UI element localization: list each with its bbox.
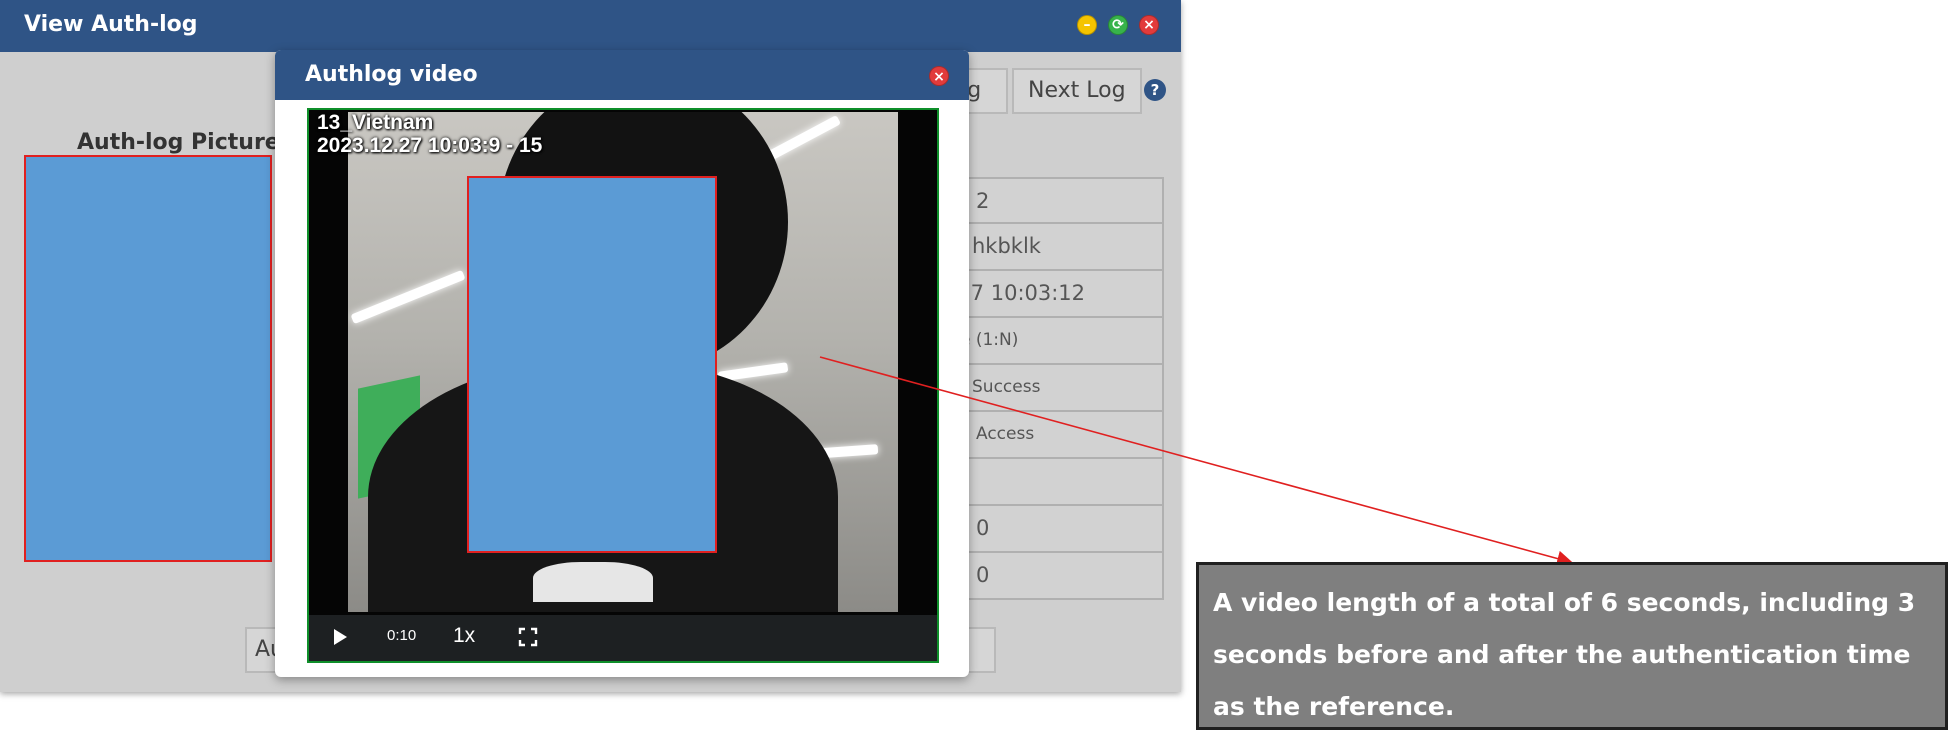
auth-log-picture-label: Auth-log Picture xyxy=(77,130,280,155)
auth-log-info-table: 2 hkbklk 2023-12-27 10:03:12 Face (1:N) … xyxy=(958,177,1164,600)
info-value: 2023-12-27 10:03:12 xyxy=(958,281,1086,305)
maximize-icon[interactable]: ⟳ xyxy=(1108,15,1128,35)
person-collar xyxy=(533,562,653,602)
annotation-text: A video length of a total of 6 seconds, … xyxy=(1213,588,1916,721)
play-icon[interactable] xyxy=(334,629,347,645)
info-row-auth-type: Face (1:N) xyxy=(958,318,1164,365)
authlog-video-dialog: Authlog video × 13_Vietnam 2023.12.27 10… xyxy=(275,50,969,677)
info-row-access: Access xyxy=(958,412,1164,459)
face-redacted xyxy=(467,176,717,553)
info-row-count-1: 0 xyxy=(958,506,1164,553)
dialog-titlebar: Authlog video × xyxy=(275,50,969,100)
info-row-result: Success xyxy=(958,365,1164,412)
info-value: 0 xyxy=(976,516,990,540)
info-row-user: hkbklk xyxy=(958,224,1164,271)
ceiling-light xyxy=(350,269,466,325)
auth-log-picture-redacted xyxy=(24,155,272,562)
info-row-time: 2023-12-27 10:03:12 xyxy=(958,271,1164,318)
video-time: 0:10 xyxy=(387,627,417,644)
video-time-range: 2023.12.27 10:03:9 - 15 xyxy=(317,134,543,157)
window-title: View Auth-log xyxy=(24,12,198,37)
info-value: hkbklk xyxy=(972,234,1041,258)
next-log-button[interactable]: Next Log xyxy=(1012,68,1142,114)
info-row-count-2: 0 xyxy=(958,553,1164,600)
info-row-id: 2 xyxy=(958,177,1164,224)
dialog-close-icon[interactable]: × xyxy=(929,66,949,86)
info-value: Success xyxy=(972,377,1041,397)
fullscreen-icon[interactable] xyxy=(517,626,539,648)
info-value: 0 xyxy=(976,563,990,587)
annotation-callout: A video length of a total of 6 seconds, … xyxy=(1196,562,1948,730)
info-value: Access xyxy=(976,424,1035,444)
info-row-empty xyxy=(958,459,1164,506)
window-titlebar: View Auth-log – ⟳ × xyxy=(0,0,1181,52)
info-value: 2 xyxy=(976,189,990,213)
dialog-title: Authlog video xyxy=(305,62,478,87)
video-player[interactable]: 13_Vietnam 2023.12.27 10:03:9 - 15 0:10 … xyxy=(307,108,939,663)
help-icon[interactable]: ? xyxy=(1144,79,1166,101)
close-icon[interactable]: × xyxy=(1139,15,1159,35)
video-overlay-text: 13_Vietnam 2023.12.27 10:03:9 - 15 xyxy=(317,111,542,157)
minimize-icon[interactable]: – xyxy=(1077,15,1097,35)
playback-speed-button[interactable]: 1x xyxy=(453,624,475,648)
video-controls: 0:10 1x xyxy=(309,615,937,661)
video-device-name: 13_Vietnam xyxy=(317,111,434,134)
